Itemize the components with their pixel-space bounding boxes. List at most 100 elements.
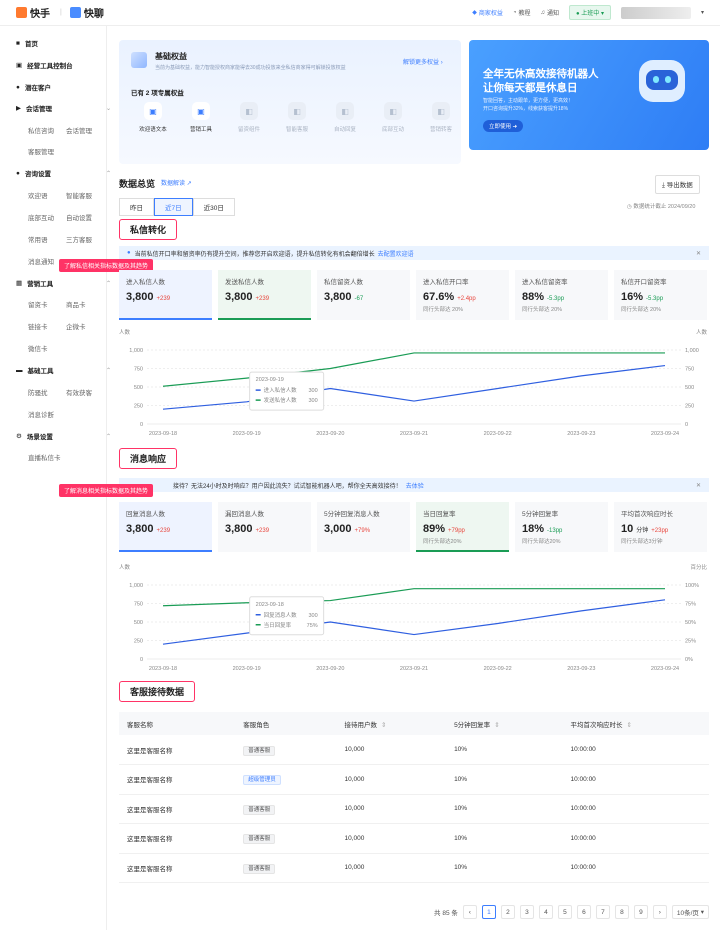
sort-icon[interactable]: ⇕ — [494, 722, 499, 729]
page-button[interactable]: 8 — [614, 905, 629, 919]
sidebar-item-auto-setting[interactable]: 自动设置 — [66, 212, 92, 222]
metric-card[interactable]: 进入私信留资率 88% -5.3pp 同行头部达 20% — [515, 270, 608, 320]
rights-item[interactable]: ▣ 营销工具 — [179, 102, 223, 133]
rights-item[interactable]: ◧ 自动回复 — [323, 102, 367, 133]
merchant-rights-link[interactable]: ◆ 商家权益 — [472, 8, 503, 17]
metric-card[interactable]: 进入私信人数 3,800 +239 — [119, 270, 212, 320]
page-button[interactable]: 7 — [595, 905, 610, 919]
sort-icon[interactable]: ⇕ — [381, 722, 386, 729]
metric-card[interactable]: 回复消息人数 3,800 +239 — [119, 502, 212, 552]
console-icon: ▣ — [16, 62, 23, 69]
tooltip-series-name: 进入私信人数 — [264, 386, 298, 394]
app-logo-kuailiao[interactable]: 快聊 — [69, 5, 104, 20]
sidebar-item-third-party-cs[interactable]: 三方客服 — [66, 234, 92, 244]
next-page-button[interactable]: › — [652, 905, 667, 919]
rights-item[interactable]: ◧ 留资组件 — [227, 102, 271, 133]
metric-card[interactable]: 平均首次响应时长 10 分钟 +23pp 同行头部达3分钟 — [614, 502, 707, 552]
sidebar-item-common-phrases[interactable]: 常用语 — [28, 234, 48, 244]
notification-link[interactable]: ♫ 通知 — [540, 8, 559, 18]
sidebar-item-wechat-card[interactable]: 微信卡 — [28, 343, 48, 353]
help-icon: ◔ — [512, 9, 517, 16]
metric-card[interactable]: 发送私信人数 3,800 +239 — [218, 270, 311, 320]
metric-card[interactable]: 5分钟回复消息人数 3,000 +79% — [317, 502, 410, 552]
sidebar-group-scene[interactable]: ⚙ 场景设置 ⌃ — [16, 431, 111, 441]
page-button[interactable]: 1 — [481, 905, 496, 919]
sidebar-group-marketing[interactable]: ▦ 营销工具 ⌃ — [16, 278, 111, 288]
metric-delta: -5.3pp — [646, 296, 664, 302]
rights-item[interactable]: ◧ 底部互动 — [371, 102, 415, 133]
metric-card[interactable]: 漏回消息人数 3,800 +239 — [218, 502, 311, 552]
sidebar-item-session-mgmt[interactable]: 会话管理 — [66, 125, 92, 135]
metric-benchmark: 同行头部达 20% — [522, 307, 563, 313]
page-button[interactable]: 5 — [557, 905, 572, 919]
close-icon[interactable]: ✕ — [696, 482, 701, 489]
page-size-select[interactable]: 10条/页 ▾ — [671, 905, 709, 919]
sidebar-group-basic-tools[interactable]: ▬ 基础工具 ⌃ — [16, 365, 111, 376]
rights-desc: 当前为基础权益，能力智能授权商家能得去30成功投放来全私信商家得可解锁投放权益 — [155, 65, 346, 71]
sidebar-group-consult[interactable]: ● 咨询设置 ⌃ — [16, 168, 111, 179]
sidebar-item-bottom-interact[interactable]: 底部互动 — [28, 212, 54, 222]
tutorial-link[interactable]: ◔ 教程 — [512, 8, 531, 18]
series-line-1[interactable] — [162, 588, 665, 607]
sidebar-item-lead-card[interactable]: 留资卡 — [28, 299, 48, 309]
chevron-down-icon[interactable]: ▾ — [701, 9, 704, 16]
page-button[interactable]: 6 — [576, 905, 591, 919]
metric-card[interactable]: 私信留资人数 3,800 -67 — [317, 270, 410, 320]
sidebar-item-leads[interactable]: ● 潜在客户 — [16, 82, 51, 93]
page-button[interactable]: 4 — [538, 905, 553, 919]
sidebar-item-cs-mgmt[interactable]: 客服管理 — [28, 146, 54, 156]
dm-trend-chart[interactable]: 人数 人数 0 0 250 250 500 500 750 750 1,000 1,000 2023-0… — [119, 324, 709, 442]
close-icon[interactable]: ✕ — [696, 250, 701, 257]
metric-card[interactable]: 5分钟回复率 18% -13pp 同行头部达20% — [515, 502, 608, 552]
page-button[interactable]: 3 — [519, 905, 534, 919]
column-header[interactable]: 平均首次响应时长 ⇕ — [562, 712, 709, 735]
page-button[interactable]: 2 — [500, 905, 515, 919]
sidebar-item-console[interactable]: ▣ 经营工具控制台 — [16, 60, 73, 70]
metric-label: 私信开口留资率 — [621, 279, 667, 286]
sidebar-item-dm[interactable]: 私信咨询 — [28, 125, 54, 135]
column-header[interactable]: 接待用户数 ⇕ — [336, 712, 447, 735]
dm-config-welcome-link[interactable]: 去配置欢迎语 — [378, 249, 414, 258]
series-line-0[interactable] — [162, 599, 666, 645]
rights-item[interactable]: ▣ 欢迎语文本 — [131, 102, 175, 133]
rights-item[interactable]: ◧ 智能客服 — [275, 102, 319, 133]
metric-card[interactable]: 私信开口留资率 16% -5.3pp 同行头部达 20% — [614, 270, 707, 320]
metric-label: 进入私信人数 — [126, 279, 165, 286]
try-robot-link[interactable]: 去体验 — [406, 481, 424, 490]
rights-item[interactable]: ◧ 营销转客 — [419, 102, 463, 133]
response-trend-chart[interactable]: 人数 百分比 0 0% 250 25% 500 50% 750 75% 1,000 100% 2023-… — [119, 559, 709, 674]
tab-30days[interactable]: 近30日 — [192, 198, 235, 216]
data-explain-link[interactable]: 数据解读 ↗ — [161, 178, 192, 187]
tab-7days[interactable]: 近7日 — [154, 198, 193, 216]
export-data-button[interactable]: ⤓ 导出数据 — [655, 175, 700, 194]
prev-page-button[interactable]: ‹ — [462, 905, 477, 919]
sidebar-item-product-card[interactable]: 商品卡 — [66, 299, 86, 309]
column-header[interactable]: 5分钟回复率 ⇕ — [446, 712, 563, 735]
sidebar-item-smart-cs[interactable]: 智能客服 — [66, 190, 92, 200]
sidebar-item-valid-leads[interactable]: 有效获客 — [66, 387, 92, 397]
robot-promo-banner[interactable]: 全年无休高效接待机器人 让你每天都是休息日 智能回答，主动跟单，更方便，更高效！… — [469, 40, 709, 150]
metric-value-row: 3,800 -67 — [324, 291, 403, 303]
unlock-more-link[interactable]: 解锁更多权益 › — [403, 57, 443, 66]
series-line-1[interactable] — [162, 352, 665, 387]
metric-card[interactable]: 进入私信开口率 67.6% +2.4pp 同行头部达 20% — [416, 270, 509, 320]
sidebar-item-wecom-card[interactable]: 企微卡 — [66, 321, 86, 331]
sidebar-item-home[interactable]: ■ 首页 — [16, 38, 38, 49]
sidebar-item-anti-harass[interactable]: 防骚扰 — [28, 387, 48, 397]
sort-icon[interactable]: ⇕ — [627, 722, 632, 729]
sidebar-item-live-dm-card[interactable]: 直播私信卡 — [28, 452, 61, 462]
y-tick-label-right: 250 — [685, 404, 694, 410]
app-logo-kuaishou[interactable]: 快手 — [16, 5, 50, 20]
series-line-0[interactable] — [162, 364, 666, 410]
page-button[interactable]: 9 — [633, 905, 648, 919]
sidebar-item-link-card[interactable]: 链接卡 — [28, 321, 48, 331]
avatar[interactable] — [620, 6, 691, 19]
banner-use-now-button[interactable]: 立即使用 ➜ — [483, 120, 524, 132]
sidebar-item-welcome[interactable]: 欢迎语 — [28, 190, 48, 200]
tab-yesterday[interactable]: 昨日 — [119, 198, 154, 216]
sidebar-item-msg-notify[interactable]: 消息通知 — [28, 256, 54, 266]
metric-card[interactable]: 当日回复率 89% +79pp 同行头部达20% — [416, 502, 509, 552]
sidebar-item-msg-diagnose[interactable]: 消息诊断 — [28, 409, 54, 419]
online-status-dropdown[interactable]: ● 上班中 ▾ — [568, 5, 611, 20]
sidebar-group-session[interactable]: ▶ 会话管理 ⌄ — [16, 103, 111, 113]
